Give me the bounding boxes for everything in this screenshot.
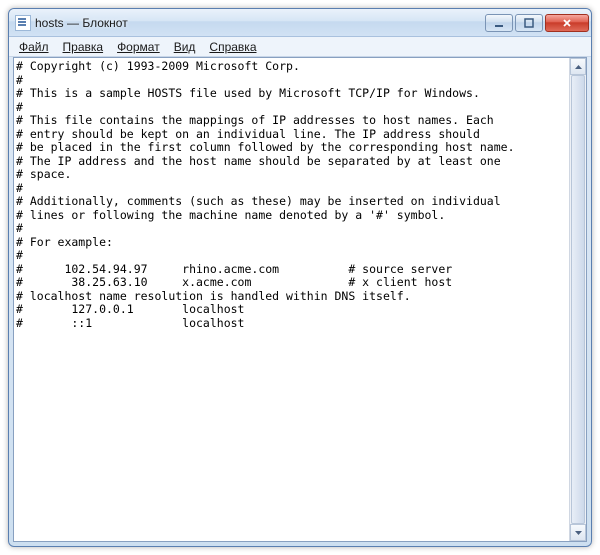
scroll-thumb[interactable]: [571, 75, 585, 524]
scroll-down-button[interactable]: [570, 524, 586, 541]
menu-format[interactable]: Формат: [111, 39, 166, 55]
chevron-down-icon: [575, 531, 582, 535]
minimize-icon: [494, 18, 504, 28]
menu-file[interactable]: Файл: [13, 39, 55, 55]
editor-frame: # Copyright (c) 1993-2009 Microsoft Corp…: [13, 57, 587, 542]
window-title: hosts — Блокнот: [35, 16, 485, 30]
text-editor[interactable]: # Copyright (c) 1993-2009 Microsoft Corp…: [14, 58, 569, 541]
window-controls: [485, 14, 589, 32]
chevron-up-icon: [575, 65, 582, 69]
maximize-button[interactable]: [515, 14, 543, 32]
notepad-icon: [15, 15, 31, 31]
scroll-up-button[interactable]: [570, 58, 586, 75]
close-icon: [562, 18, 572, 28]
menu-edit[interactable]: Правка: [57, 39, 110, 55]
titlebar[interactable]: hosts — Блокнот: [9, 9, 591, 37]
menu-view[interactable]: Вид: [168, 39, 202, 55]
maximize-icon: [524, 18, 534, 28]
notepad-window: hosts — Блокнот Файл Правка Формат Вид С…: [8, 8, 592, 547]
close-button[interactable]: [545, 14, 589, 32]
minimize-button[interactable]: [485, 14, 513, 32]
menubar: Файл Правка Формат Вид Справка: [9, 37, 591, 57]
vertical-scrollbar[interactable]: [569, 58, 586, 541]
scroll-track[interactable]: [570, 75, 586, 524]
menu-help[interactable]: Справка: [203, 39, 262, 55]
